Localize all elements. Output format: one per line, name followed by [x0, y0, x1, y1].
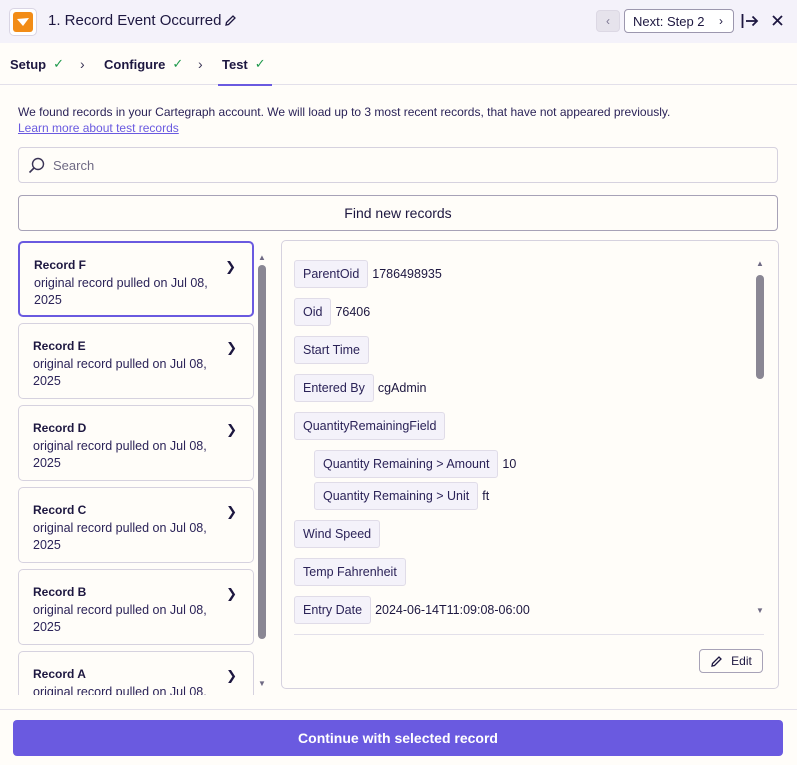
scroll-down-icon[interactable]: ▼: [756, 606, 764, 615]
field-key[interactable]: Entered By: [294, 374, 374, 402]
field-key[interactable]: Temp Fahrenheit: [294, 558, 406, 586]
step-header: 1. Record Event Occurred ‹ Next: Step 2 …: [0, 0, 797, 43]
nested-field-row: Quantity Remaining > Amount 10: [314, 450, 516, 478]
chevron-left-icon: ‹: [606, 14, 610, 28]
record-title: Record F: [34, 258, 87, 272]
continue-button[interactable]: Continue with selected record: [13, 720, 783, 756]
chevron-right-icon: ❯: [226, 340, 237, 355]
chevron-right-icon: ❯: [226, 422, 237, 437]
close-icon[interactable]: [772, 15, 783, 26]
record-subtitle: original record pulled on Jul 08, 2025: [33, 439, 207, 470]
step-tabs: Setup ✓ › Configure ✓ › Test ✓: [0, 43, 797, 86]
field-key[interactable]: Quantity Remaining > Amount: [314, 450, 499, 478]
field-key[interactable]: Start Time: [294, 336, 369, 364]
record-title: Record E: [33, 339, 86, 353]
record-subtitle: original record pulled on Jul 08, 2025: [33, 603, 207, 634]
record-subtitle: original record pulled on Jul 08, 2025: [34, 276, 208, 307]
divider: [294, 634, 764, 635]
previous-step-button[interactable]: ‹: [596, 10, 620, 32]
field-row: Oid 76406: [294, 298, 370, 326]
field-row: Temp Fahrenheit: [294, 558, 410, 586]
field-value: 1786498935: [372, 267, 442, 281]
record-card-f[interactable]: Record F original record pulled on Jul 0…: [18, 241, 254, 317]
edit-label: Edit: [731, 654, 752, 668]
records-list: Record F original record pulled on Jul 0…: [18, 241, 254, 695]
tab-label: Test: [222, 56, 248, 72]
field-row: ParentOid 1786498935: [294, 260, 442, 288]
check-icon: ✓: [254, 56, 266, 71]
tab-setup[interactable]: Setup ✓: [10, 43, 64, 85]
next-step-label: Next: Step 2: [633, 13, 705, 29]
record-title: Record C: [33, 503, 87, 517]
tab-label: Setup: [10, 56, 47, 72]
field-value: 76406: [335, 305, 371, 319]
record-subtitle: original record pulled on Jul 08, 2025: [33, 521, 207, 552]
chevron-right-icon: ❯: [226, 586, 237, 601]
record-card-b[interactable]: Record B original record pulled on Jul 0…: [18, 569, 254, 645]
learn-more-link[interactable]: Learn more about test records: [18, 121, 179, 135]
record-card-a[interactable]: Record A original record pulled on Jul 0…: [18, 651, 254, 695]
nested-field-row: Quantity Remaining > Unit ft: [314, 482, 489, 510]
field-key[interactable]: QuantityRemainingField: [294, 412, 446, 440]
record-card-c[interactable]: Record C original record pulled on Jul 0…: [18, 487, 254, 563]
check-icon: ✓: [172, 56, 184, 71]
scrollbar-thumb[interactable]: [258, 265, 266, 639]
record-title: Record A: [33, 667, 86, 681]
field-value: 2024-06-14T11:09:08-06:00: [375, 603, 530, 617]
field-key[interactable]: Quantity Remaining > Unit: [314, 482, 479, 510]
tab-label: Configure: [104, 56, 166, 72]
field-row: Start Time: [294, 336, 373, 364]
record-subtitle: original record pulled on Jul 08, 2025: [33, 685, 207, 695]
scrollbar-thumb[interactable]: [756, 275, 764, 379]
field-key[interactable]: Oid: [294, 298, 332, 326]
record-subtitle: original record pulled on Jul 08, 2025: [33, 357, 207, 388]
tab-configure[interactable]: Configure ✓: [104, 43, 183, 85]
search-icon: [28, 157, 45, 174]
record-card-e[interactable]: Record E original record pulled on Jul 0…: [18, 323, 254, 399]
field-key[interactable]: ParentOid: [294, 260, 369, 288]
footer-divider: [0, 709, 797, 710]
search-input[interactable]: [53, 148, 753, 182]
find-new-records-button[interactable]: Find new records: [18, 195, 778, 231]
field-row: QuantityRemainingField: [294, 412, 449, 440]
records-scrollbar[interactable]: ▲ ▼: [256, 241, 268, 695]
record-card-d[interactable]: Record D original record pulled on Jul 0…: [18, 405, 254, 481]
field-value: 10: [502, 457, 517, 471]
cartegraph-app-logo: [9, 8, 37, 36]
check-icon: ✓: [53, 56, 65, 71]
chevron-right-icon: ›: [80, 56, 85, 72]
field-row: Entry Date 2024-06-14T11:09:08-06:00: [294, 596, 530, 624]
scroll-up-icon[interactable]: ▲: [258, 253, 266, 262]
field-key[interactable]: Wind Speed: [294, 520, 381, 548]
tab-test[interactable]: Test ✓: [218, 43, 272, 86]
edit-button[interactable]: Edit: [699, 649, 763, 673]
chevron-right-icon: ›: [198, 56, 203, 72]
pencil-icon[interactable]: [224, 14, 237, 27]
record-detail-panel: ParentOid 1786498935 Oid 76406 Start Tim…: [281, 240, 779, 689]
step-title[interactable]: 1. Record Event Occurred: [48, 12, 221, 29]
pencil-icon: [711, 655, 723, 667]
chevron-right-icon: ❯: [226, 668, 237, 683]
scroll-down-icon[interactable]: ▼: [258, 679, 266, 688]
field-key[interactable]: Entry Date: [294, 596, 372, 624]
record-title: Record D: [33, 421, 87, 435]
field-value: ft: [482, 489, 490, 503]
search-box: [18, 147, 778, 183]
scroll-up-icon[interactable]: ▲: [756, 259, 764, 268]
field-row: Entered By cgAdmin: [294, 374, 426, 402]
next-step-button[interactable]: Next: Step 2 ›: [624, 9, 734, 33]
field-row: Wind Speed: [294, 520, 384, 548]
field-value: cgAdmin: [377, 381, 427, 395]
record-title: Record B: [33, 585, 87, 599]
intro-text: We found records in your Cartegraph acco…: [18, 105, 671, 119]
chevron-right-icon: ❯: [225, 259, 236, 274]
detach-panel-icon[interactable]: [741, 13, 759, 29]
chevron-right-icon: ›: [719, 14, 723, 28]
chevron-right-icon: ❯: [226, 504, 237, 519]
